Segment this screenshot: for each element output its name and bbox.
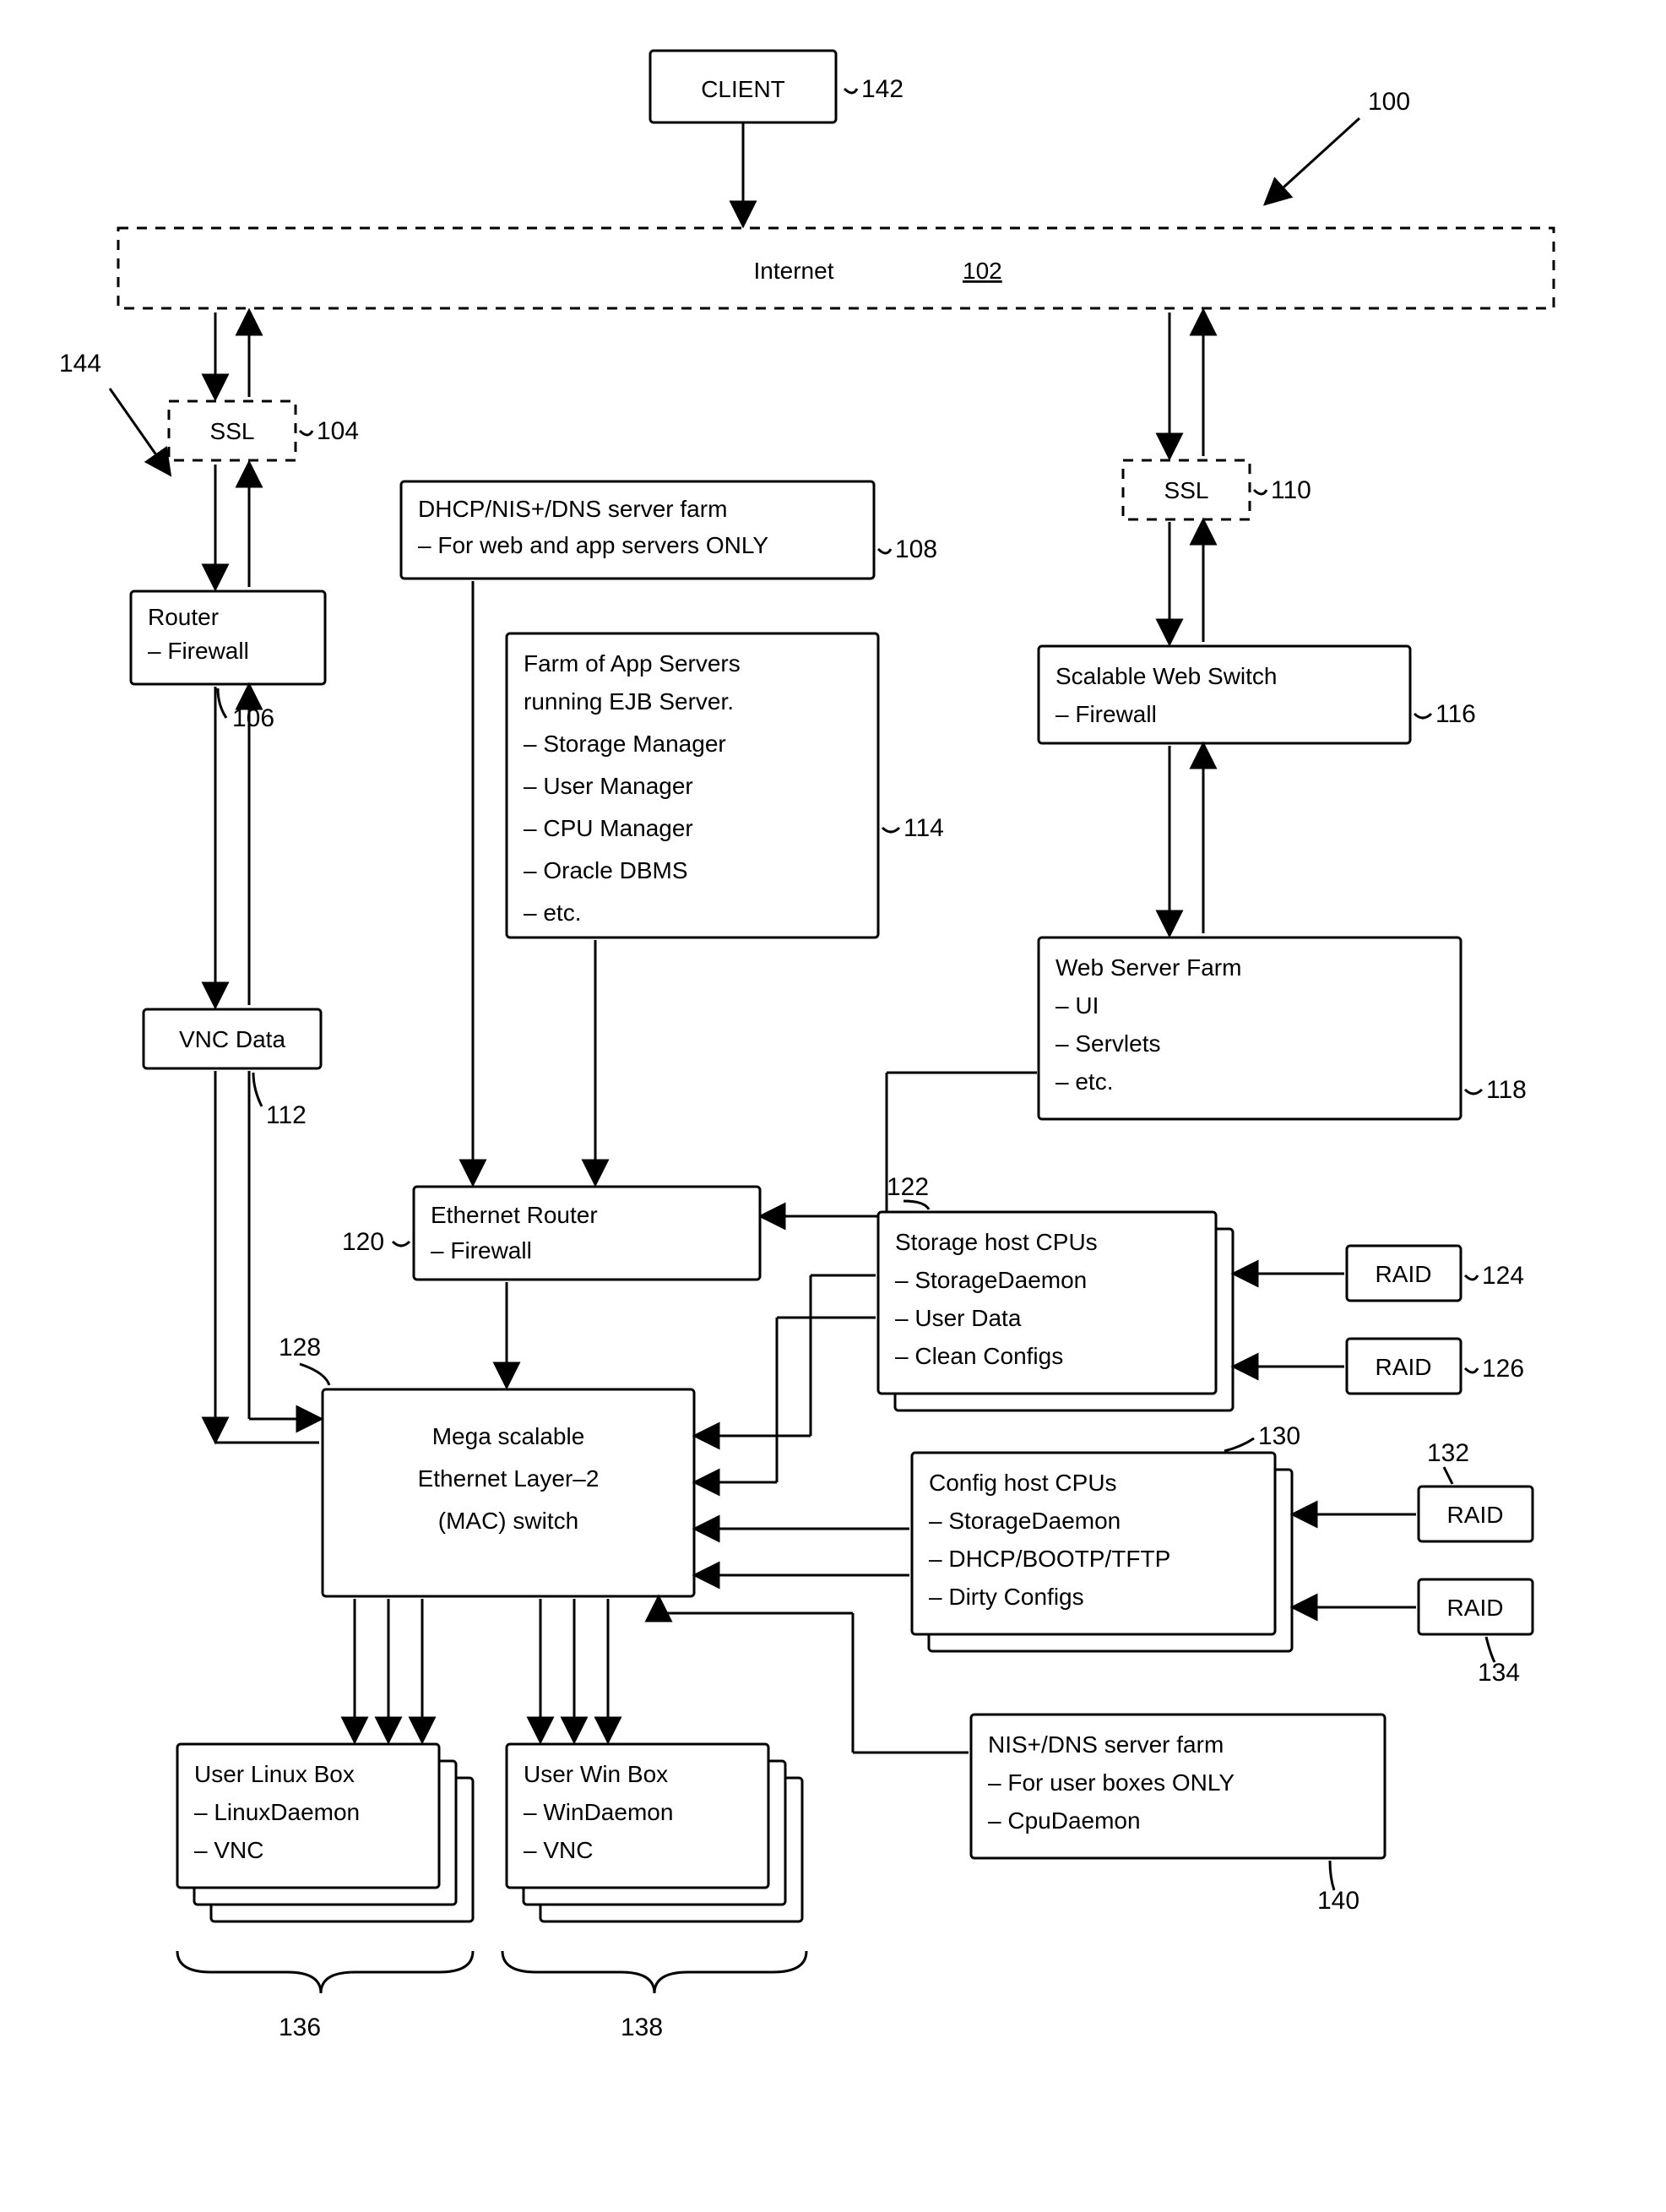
config-host-box: Config host CPUs – StorageDaemon – DHCP/…	[912, 1453, 1292, 1651]
svg-text:– DHCP/BOOTP/TFTP: – DHCP/BOOTP/TFTP	[929, 1546, 1170, 1572]
client-box: CLIENT	[650, 51, 836, 122]
svg-text:Web Server Farm: Web Server Farm	[1055, 954, 1241, 981]
svg-text:Scalable Web Switch: Scalable Web Switch	[1055, 663, 1278, 689]
svg-text:– etc.: – etc.	[1055, 1068, 1113, 1095]
svg-text:DHCP/NIS+/DNS server farm: DHCP/NIS+/DNS server farm	[418, 496, 727, 522]
svg-text:– VNC: – VNC	[194, 1837, 263, 1863]
mega-switch-box: Mega scalable Ethernet Layer–2 (MAC) swi…	[323, 1389, 694, 1596]
svg-text:– Firewall: – Firewall	[148, 638, 249, 664]
svg-text:(MAC) switch: (MAC) switch	[438, 1508, 578, 1534]
ref-120: 120	[342, 1228, 384, 1256]
svg-text:– WinDaemon: – WinDaemon	[524, 1799, 673, 1825]
svg-text:User Linux Box: User Linux Box	[194, 1761, 355, 1787]
internet-box: Internet 102	[118, 228, 1554, 308]
svg-text:VNC Data: VNC Data	[179, 1026, 285, 1052]
svg-text:– etc.: – etc.	[524, 899, 581, 926]
svg-text:Ethernet Router: Ethernet Router	[431, 1202, 598, 1228]
ref-128: 128	[279, 1334, 321, 1361]
ref-116: 116	[1435, 700, 1476, 728]
svg-text:– For web and app servers ONLY: – For web and app servers ONLY	[418, 532, 768, 558]
svg-text:– User Manager: – User Manager	[524, 773, 693, 799]
user-linux-box: User Linux Box – LinuxDaemon – VNC	[177, 1744, 473, 1921]
storage-host-box: Storage host CPUs – StorageDaemon – User…	[878, 1212, 1233, 1410]
svg-text:RAID: RAID	[1376, 1261, 1432, 1287]
svg-text:RAID: RAID	[1376, 1354, 1432, 1380]
svg-text:– Clean Configs: – Clean Configs	[895, 1343, 1063, 1369]
svg-text:Mega scalable: Mega scalable	[432, 1423, 585, 1449]
raid-132-box: RAID	[1419, 1486, 1533, 1541]
svg-text:– User Data: – User Data	[895, 1305, 1022, 1331]
ref-112: 112	[266, 1101, 307, 1129]
svg-text:running EJB Server.: running EJB Server.	[524, 688, 734, 715]
svg-text:Internet: Internet	[754, 258, 834, 284]
raid-134-box: RAID	[1419, 1579, 1533, 1634]
svg-text:Farm of App Servers: Farm of App Servers	[524, 650, 741, 677]
svg-text:Router: Router	[148, 604, 219, 630]
ref-124: 124	[1482, 1262, 1524, 1290]
ssl-right-box: SSL	[1123, 460, 1250, 519]
ref-132: 132	[1427, 1439, 1469, 1467]
web-farm-box: Web Server Farm – UI – Servlets – etc.	[1039, 938, 1461, 1119]
svg-text:– For user boxes ONLY: – For user boxes ONLY	[988, 1769, 1235, 1796]
ref-100: 100	[1267, 88, 1410, 203]
ethernet-router-box: Ethernet Router – Firewall	[414, 1187, 760, 1280]
svg-text:User Win Box: User Win Box	[524, 1761, 668, 1787]
ref-144: 144	[59, 350, 169, 473]
svg-text:– Firewall: – Firewall	[1055, 701, 1157, 727]
ref-134: 134	[1478, 1659, 1520, 1687]
svg-text:NIS+/DNS server farm: NIS+/DNS server farm	[988, 1731, 1224, 1758]
vnc-data-box: VNC Data	[144, 1009, 321, 1068]
svg-text:144: 144	[59, 350, 101, 378]
svg-text:Ethernet Layer–2: Ethernet Layer–2	[418, 1465, 600, 1492]
ref-142: 142	[861, 75, 904, 103]
ref-110: 110	[1271, 476, 1311, 504]
svg-text:– UI: – UI	[1055, 992, 1099, 1019]
nis-box: NIS+/DNS server farm – For user boxes ON…	[971, 1715, 1385, 1858]
svg-text:– Firewall: – Firewall	[431, 1237, 532, 1264]
svg-text:– Dirty Configs: – Dirty Configs	[929, 1584, 1084, 1610]
svg-text:102: 102	[963, 258, 1002, 284]
svg-text:SSL: SSL	[210, 418, 255, 444]
svg-text:100: 100	[1368, 88, 1410, 116]
svg-text:– Servlets: – Servlets	[1055, 1030, 1161, 1057]
svg-text:– CPU Manager: – CPU Manager	[524, 815, 693, 841]
svg-text:CLIENT: CLIENT	[701, 76, 785, 102]
svg-text:Storage host CPUs: Storage host CPUs	[895, 1229, 1098, 1255]
ssl-left-box: SSL	[169, 401, 296, 460]
raid-126-box: RAID	[1347, 1339, 1461, 1394]
svg-text:– Oracle DBMS: – Oracle DBMS	[524, 857, 688, 883]
ref-108: 108	[895, 535, 937, 563]
ref-122: 122	[887, 1173, 929, 1201]
ref-104: 104	[317, 417, 359, 445]
svg-text:– CpuDaemon: – CpuDaemon	[988, 1807, 1141, 1834]
ref-126: 126	[1482, 1355, 1524, 1383]
svg-text:SSL: SSL	[1164, 477, 1209, 503]
ref-138: 138	[621, 2014, 663, 2041]
svg-text:– StorageDaemon: – StorageDaemon	[929, 1508, 1121, 1534]
svg-text:– StorageDaemon: – StorageDaemon	[895, 1267, 1087, 1293]
ref-130: 130	[1258, 1422, 1300, 1450]
architecture-diagram: 100 CLIENT 142 Internet 102 144 SSL 104 …	[0, 0, 1666, 2212]
svg-text:– VNC: – VNC	[524, 1837, 593, 1863]
ref-140: 140	[1317, 1887, 1359, 1915]
svg-text:– Storage Manager: – Storage Manager	[524, 731, 726, 757]
svg-text:RAID: RAID	[1447, 1502, 1504, 1528]
ref-118: 118	[1486, 1076, 1527, 1104]
ref-136: 136	[279, 2014, 321, 2041]
router-box: Router – Firewall	[131, 591, 325, 684]
svg-text:RAID: RAID	[1447, 1595, 1504, 1621]
web-switch-box: Scalable Web Switch – Firewall	[1039, 646, 1410, 743]
user-win-box: User Win Box – WinDaemon – VNC	[507, 1744, 802, 1921]
ref-114: 114	[904, 814, 944, 842]
svg-text:– LinuxDaemon: – LinuxDaemon	[194, 1799, 360, 1825]
svg-text:Config host CPUs: Config host CPUs	[929, 1470, 1117, 1496]
app-farm-box: Farm of App Servers running EJB Server. …	[507, 633, 878, 938]
ref-106: 106	[232, 704, 274, 732]
dhcp-box: DHCP/NIS+/DNS server farm – For web and …	[401, 481, 874, 579]
raid-124-box: RAID	[1347, 1246, 1461, 1301]
